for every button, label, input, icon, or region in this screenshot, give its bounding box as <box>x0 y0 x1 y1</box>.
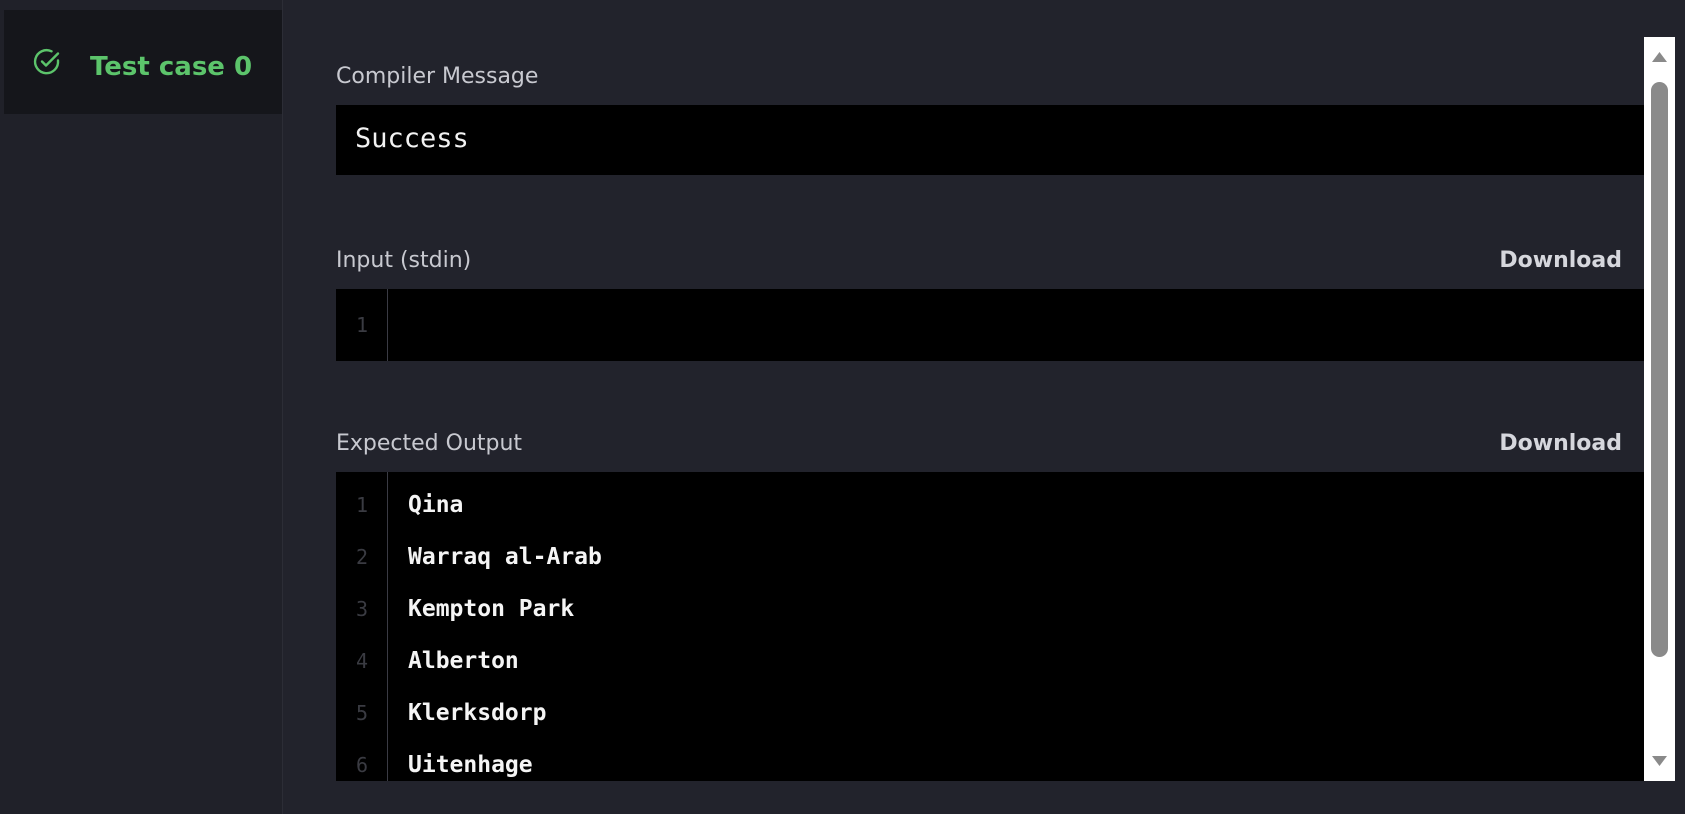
line-number: 3 <box>355 597 369 621</box>
compiler-message-text: Success <box>355 123 469 154</box>
line-number: 1 <box>355 493 369 517</box>
check-circle-icon <box>33 48 60 75</box>
code-line: 1 <box>336 299 1644 351</box>
input-label: Input (stdin) <box>336 248 472 273</box>
line-number: 2 <box>355 545 369 569</box>
line-text: Uitenhage <box>408 752 533 778</box>
vertical-scrollbar[interactable] <box>1644 37 1675 781</box>
input-download-link[interactable]: Download <box>1499 250 1622 272</box>
expected-output-code-box: 1 Qina 2 Warraq al-Arab 3 Kempton Park 4 Albert… <box>336 472 1644 781</box>
code-line: 3 Kempton Park <box>336 583 1644 635</box>
expected-output-download-link[interactable]: Download <box>1499 433 1622 455</box>
line-text: Klerksdorp <box>408 700 547 726</box>
line-text: Alberton <box>408 648 519 674</box>
test-result-panel: Compiler Message Success Input (stdin) D… <box>336 0 1644 814</box>
code-line: 2 Warraq al-Arab <box>336 531 1644 583</box>
scrollbar-thumb[interactable] <box>1651 82 1668 657</box>
code-line: 6 Uitenhage <box>336 739 1644 781</box>
triangle-down-icon[interactable] <box>1651 755 1668 767</box>
code-line: 1 Qina <box>336 479 1644 531</box>
expected-output-label: Expected Output <box>336 431 523 456</box>
line-text: Qina <box>408 492 464 518</box>
line-number: 4 <box>355 649 369 673</box>
compiler-message-label: Compiler Message <box>336 64 539 89</box>
triangle-up-icon[interactable] <box>1651 51 1668 63</box>
compiler-message-box: Success <box>336 105 1644 175</box>
line-text: Kempton Park <box>408 596 575 622</box>
app-window: Test case 0 Compiler Message Success Inp… <box>0 0 1685 814</box>
line-text: Warraq al-Arab <box>408 544 602 570</box>
test-case-sidebar: Test case 0 <box>0 0 283 814</box>
input-code-box: 1 <box>336 289 1644 361</box>
test-case-label: Test case 0 <box>90 52 253 82</box>
line-number: 6 <box>355 753 369 777</box>
line-number: 5 <box>355 701 369 725</box>
code-line: 5 Klerksdorp <box>336 687 1644 739</box>
line-number: 1 <box>355 313 369 337</box>
test-case-0-tab[interactable]: Test case 0 <box>4 10 282 114</box>
code-line: 4 Alberton <box>336 635 1644 687</box>
